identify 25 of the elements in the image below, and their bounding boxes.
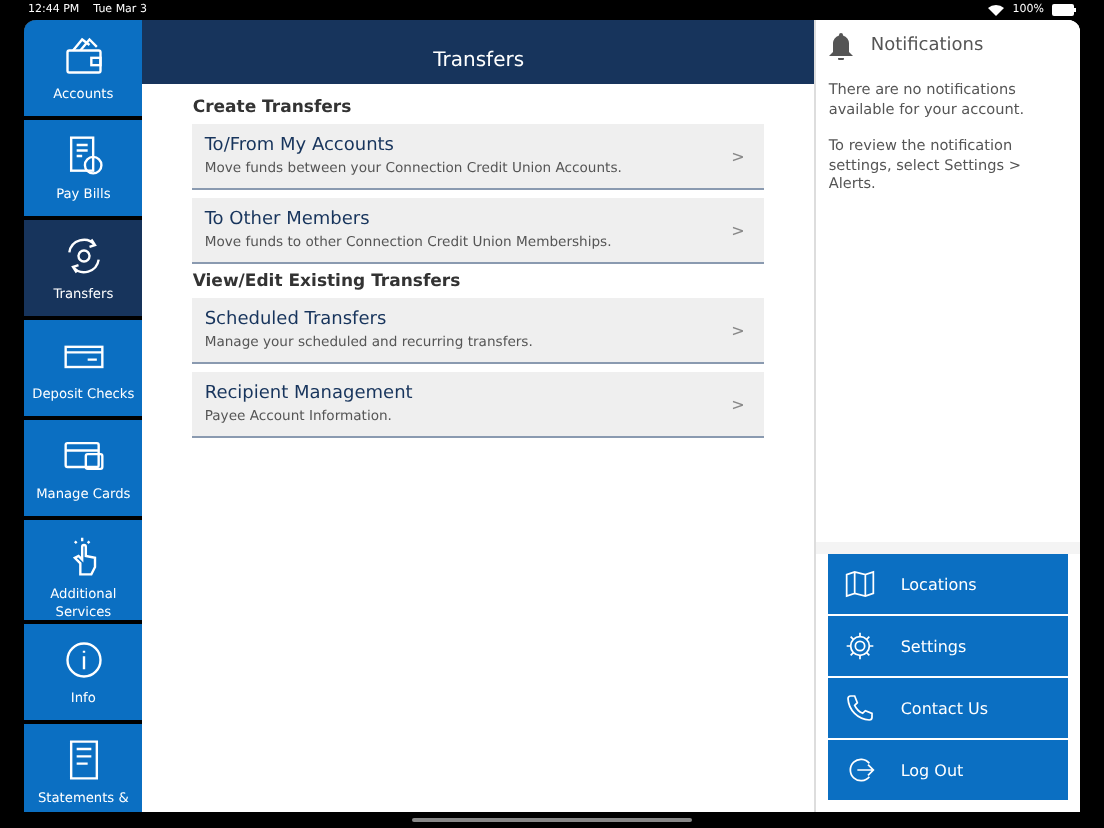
info-icon [61, 638, 106, 683]
option-title: To Other Members [204, 210, 372, 230]
option-title: Recipient Management [204, 384, 415, 404]
chevron-icon: > [731, 321, 753, 339]
settings-icon [844, 630, 877, 662]
section-heading: Create Transfers [192, 98, 354, 118]
page-header: Transfers [142, 20, 815, 84]
chevron-icon: > [731, 221, 753, 239]
wallet-icon [61, 34, 106, 78]
option-title: To/From My Accounts [204, 136, 396, 156]
logout-icon [844, 754, 877, 786]
wifi-icon [988, 3, 1005, 15]
section-heading: View/Edit Existing Transfers [192, 272, 463, 292]
menu-button[interactable]: Locations [828, 554, 1068, 614]
chevron-icon: > [731, 147, 753, 165]
menu-button[interactable]: Settings [828, 616, 1068, 676]
notifications-title: Notifications [870, 36, 984, 56]
phone-icon [844, 692, 877, 724]
option-title: Scheduled Transfers [204, 310, 389, 330]
menu-button[interactable]: Contact Us [828, 678, 1068, 738]
bell-icon [828, 32, 855, 60]
chevron-icon: > [731, 395, 753, 413]
battery-icon [1052, 3, 1076, 15]
menu-button[interactable]: Log Out [828, 740, 1068, 800]
map-icon [844, 568, 877, 600]
